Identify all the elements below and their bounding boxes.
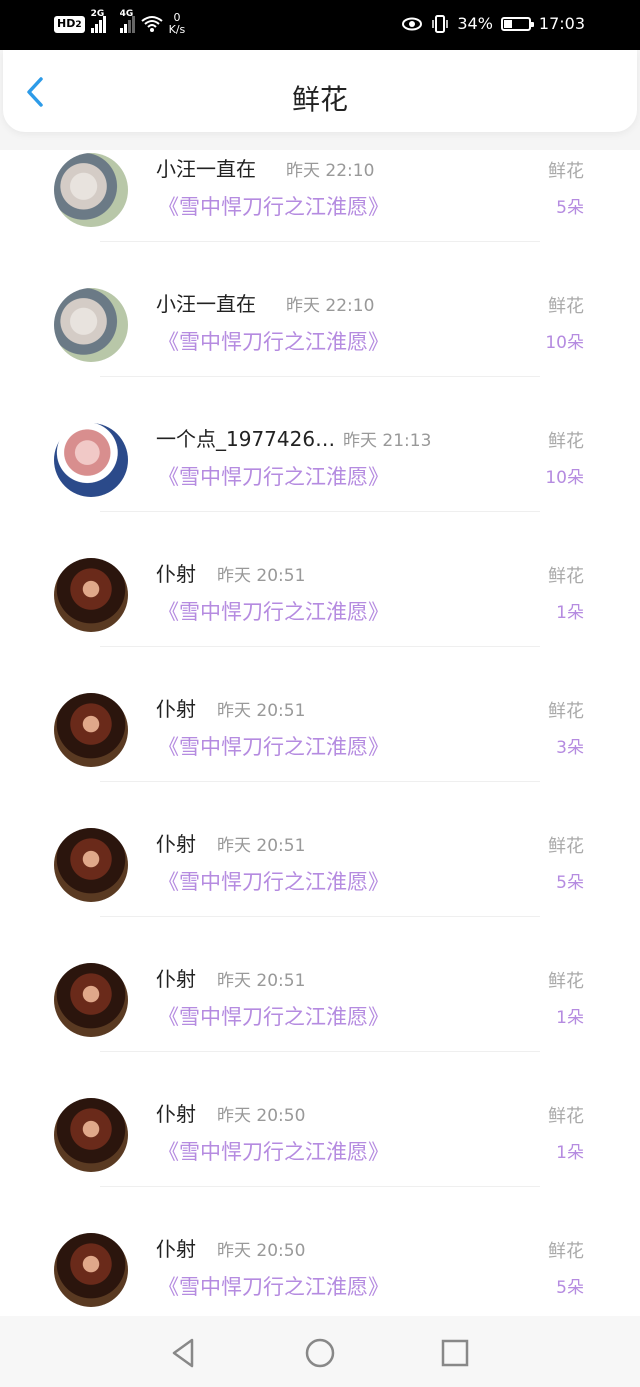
row-divider <box>100 646 540 647</box>
row-divider <box>100 781 540 782</box>
avatar[interactable] <box>54 963 128 1037</box>
list-item[interactable]: 仆射 昨天 20:51 《雪中悍刀行之江淮愿》 鲜花 5朵 <box>0 810 640 945</box>
gift-type: 鲜花 <box>548 1241 584 1262</box>
nav-recent-square-icon[interactable] <box>438 1336 472 1370</box>
gift-count: 5朵 <box>556 198 584 218</box>
book-title-link[interactable]: 《雪中悍刀行之江淮愿》 <box>158 731 389 761</box>
avatar[interactable] <box>54 1233 128 1307</box>
gift-type: 鲜花 <box>548 701 584 722</box>
eye-comfort-icon <box>402 17 423 30</box>
user-name[interactable]: 仆射 <box>156 963 196 992</box>
book-title-link[interactable]: 《雪中悍刀行之江淮愿》 <box>158 1271 389 1301</box>
timestamp: 昨天 20:50 <box>217 1106 306 1126</box>
avatar[interactable] <box>54 828 128 902</box>
avatar[interactable] <box>54 693 128 767</box>
avatar[interactable] <box>54 558 128 632</box>
user-name[interactable]: 一个点_1977426… <box>156 423 335 452</box>
book-title-link[interactable]: 《雪中悍刀行之江淮愿》 <box>158 326 389 356</box>
gift-count: 1朵 <box>556 603 584 623</box>
hd-sub: 2 <box>75 19 82 30</box>
gift-type: 鲜花 <box>548 1106 584 1127</box>
timestamp: 昨天 22:10 <box>286 161 375 181</box>
user-name[interactable]: 仆射 <box>156 828 196 857</box>
flower-record-list[interactable]: 小汪一直在 昨天 22:10 《雪中悍刀行之江淮愿》 鲜花 5朵 小汪一直在 昨天 22:1… <box>0 150 640 1315</box>
book-title-link[interactable]: 《雪中悍刀行之江淮愿》 <box>158 866 389 896</box>
list-item[interactable]: 一个点_1977426… 昨天 21:13 《雪中悍刀行之江淮愿》 鲜花 10朵 <box>0 405 640 540</box>
nav-back-triangle-icon[interactable] <box>167 1336 201 1370</box>
user-name[interactable]: 仆射 <box>156 1098 196 1127</box>
app-header: 鲜花 <box>3 50 637 132</box>
book-title-link[interactable]: 《雪中悍刀行之江淮愿》 <box>158 1136 389 1166</box>
row-divider <box>100 1186 540 1187</box>
net-label-2g: 2G <box>90 9 105 19</box>
user-name[interactable]: 仆射 <box>156 1233 196 1262</box>
row-divider <box>100 511 540 512</box>
row-divider <box>100 241 540 242</box>
row-divider <box>100 916 540 917</box>
avatar[interactable] <box>54 1098 128 1172</box>
gift-type: 鲜花 <box>548 431 584 452</box>
row-divider <box>100 376 540 377</box>
timestamp: 昨天 20:51 <box>217 971 306 991</box>
gift-type: 鲜花 <box>548 971 584 992</box>
timestamp: 昨天 20:51 <box>217 836 306 856</box>
wifi-icon <box>140 16 163 32</box>
user-name[interactable]: 小汪一直在 <box>156 153 256 182</box>
list-item[interactable]: 仆射 昨天 20:50 《雪中悍刀行之江淮愿》 鲜花 5朵 <box>0 1215 640 1315</box>
network-speed: 0 K/s <box>169 12 186 36</box>
book-title-link[interactable]: 《雪中悍刀行之江淮愿》 <box>158 461 389 491</box>
page-title: 鲜花 <box>291 83 348 116</box>
hd-badge: HD2 <box>54 15 85 33</box>
timestamp: 昨天 20:51 <box>217 566 306 586</box>
avatar[interactable] <box>54 288 128 362</box>
list-item[interactable]: 仆射 昨天 20:50 《雪中悍刀行之江淮愿》 鲜花 1朵 <box>0 1080 640 1215</box>
book-title-link[interactable]: 《雪中悍刀行之江淮愿》 <box>158 596 389 626</box>
system-nav-bar <box>0 1316 640 1387</box>
avatar[interactable] <box>54 153 128 227</box>
timestamp: 昨天 20:50 <box>217 1241 306 1261</box>
user-name[interactable]: 小汪一直在 <box>156 288 256 317</box>
list-item[interactable]: 小汪一直在 昨天 22:10 《雪中悍刀行之江淮愿》 鲜花 10朵 <box>0 270 640 405</box>
clock: 17:03 <box>538 14 585 33</box>
status-left: HD2 2G 4G 0 K/s <box>54 9 186 36</box>
list-item[interactable]: 仆射 昨天 20:51 《雪中悍刀行之江淮愿》 鲜花 3朵 <box>0 675 640 810</box>
user-name[interactable]: 仆射 <box>156 693 196 722</box>
gift-type: 鲜花 <box>548 161 584 182</box>
gift-type: 鲜花 <box>548 296 584 317</box>
status-right: 34% 17:03 <box>401 14 585 33</box>
net-label-4g: 4G <box>119 9 134 19</box>
gift-type: 鲜花 <box>548 836 584 857</box>
vibrate-icon <box>432 14 449 33</box>
signal-icon-4g: 4G <box>119 9 135 33</box>
gift-count: 10朵 <box>545 333 584 353</box>
battery-icon <box>500 16 534 31</box>
status-bar: HD2 2G 4G 0 K/s 34% 17:03 <box>0 0 640 50</box>
list-item[interactable]: 小汪一直在 昨天 22:10 《雪中悍刀行之江淮愿》 鲜花 5朵 <box>0 150 640 270</box>
row-divider <box>100 1051 540 1052</box>
list-item[interactable]: 仆射 昨天 20:51 《雪中悍刀行之江淮愿》 鲜花 1朵 <box>0 945 640 1080</box>
gift-count: 1朵 <box>556 1143 584 1163</box>
avatar[interactable] <box>54 423 128 497</box>
timestamp: 昨天 20:51 <box>217 701 306 721</box>
gift-count: 10朵 <box>545 468 584 488</box>
timestamp: 昨天 21:13 <box>343 431 432 451</box>
gift-count: 5朵 <box>556 1278 584 1298</box>
speed-unit: K/s <box>168 23 186 36</box>
battery-percent: 34% <box>457 14 493 33</box>
gift-count: 3朵 <box>556 738 584 758</box>
list-item[interactable]: 仆射 昨天 20:51 《雪中悍刀行之江淮愿》 鲜花 1朵 <box>0 540 640 675</box>
gift-type: 鲜花 <box>548 566 584 587</box>
gift-count: 1朵 <box>556 1008 584 1028</box>
signal-icon-2g: 2G <box>90 9 106 33</box>
nav-home-circle-icon[interactable] <box>303 1336 337 1370</box>
user-name[interactable]: 仆射 <box>156 558 196 587</box>
timestamp: 昨天 22:10 <box>286 296 375 316</box>
book-title-link[interactable]: 《雪中悍刀行之江淮愿》 <box>158 1001 389 1031</box>
hd-label: HD <box>57 16 76 30</box>
book-title-link[interactable]: 《雪中悍刀行之江淮愿》 <box>158 191 389 221</box>
gift-count: 5朵 <box>556 873 584 893</box>
